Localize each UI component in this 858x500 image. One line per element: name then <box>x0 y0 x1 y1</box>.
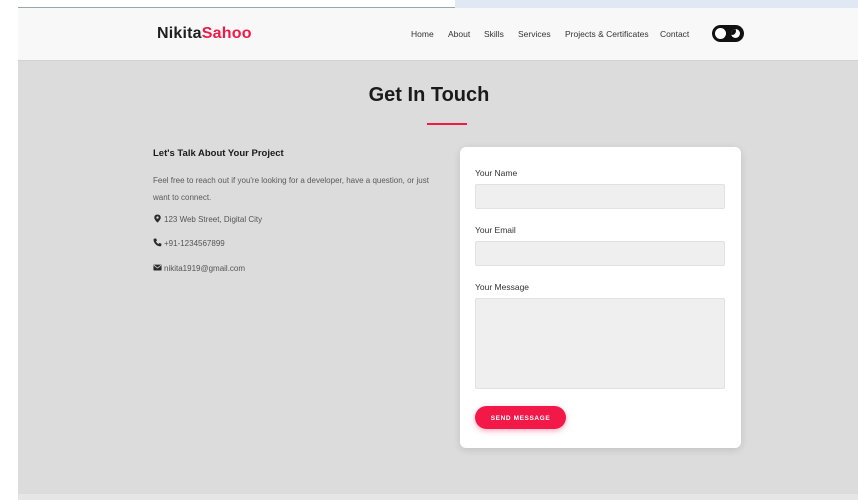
moon-toggle-icon <box>731 29 740 38</box>
contact-email[interactable]: nikita1919@gmail.com <box>164 264 245 273</box>
brand-name-part2: Sahoo <box>201 25 252 42</box>
nav-item-about[interactable]: About <box>448 29 470 39</box>
contact-heading: Let's Talk About Your Project <box>153 148 284 159</box>
nav-item-contact[interactable]: Contact <box>660 29 689 39</box>
contact-address-row: 123 Web Street, Digital City <box>153 214 262 224</box>
toggle-knob <box>715 28 726 39</box>
contact-form-card: Your Name Your Email Your Message SEND M… <box>460 147 741 448</box>
email-input[interactable] <box>475 241 725 266</box>
message-textarea[interactable] <box>475 298 725 389</box>
theme-toggle[interactable] <box>712 25 744 42</box>
contact-phone[interactable]: +91-1234567899 <box>164 239 225 248</box>
name-field-label: Your Name <box>475 168 518 178</box>
name-input[interactable] <box>475 184 725 209</box>
top-strip-highlight <box>455 0 858 8</box>
email-field-label: Your Email <box>475 225 516 235</box>
map-marker-icon <box>154 214 161 223</box>
contact-description: Feel free to reach out if you're looking… <box>153 176 429 202</box>
brand-logo[interactable]: NikitaSahoo <box>157 25 252 43</box>
nav-item-skills[interactable]: Skills <box>484 29 504 39</box>
nav-item-projects-certificates[interactable]: Projects & Certificates <box>565 29 649 39</box>
nav-item-services[interactable]: Services <box>518 29 551 39</box>
contact-phone-row: +91-1234567899 <box>153 238 225 248</box>
send-message-button[interactable]: SEND MESSAGE <box>475 406 566 429</box>
phone-icon <box>153 238 162 247</box>
navbar: NikitaSahoo Home About Skills Services P… <box>18 8 858 61</box>
brand-name-part1: Nikita <box>157 25 202 42</box>
message-field-label: Your Message <box>475 282 530 292</box>
section-title: Get In Touch <box>368 84 490 106</box>
envelope-icon <box>153 264 162 271</box>
browser-top-strip <box>0 0 858 8</box>
contact-address: 123 Web Street, Digital City <box>164 215 263 224</box>
page-bottom-bar <box>18 494 858 500</box>
nav-item-home[interactable]: Home <box>411 29 434 39</box>
section-title-underline <box>427 123 467 125</box>
contact-email-row: nikita1919@gmail.com <box>153 263 245 273</box>
